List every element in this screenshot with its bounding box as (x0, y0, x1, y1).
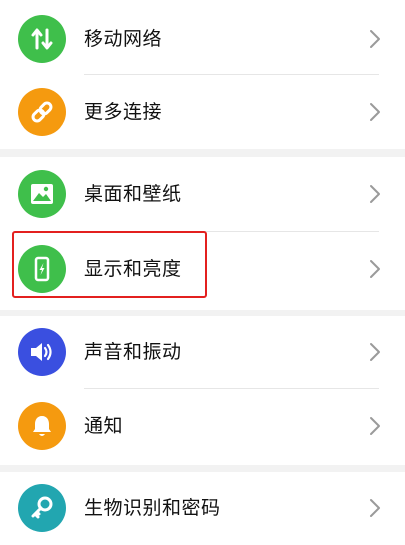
bell-icon (18, 402, 66, 450)
settings-group-sound: 声音和振动 通知 (0, 316, 405, 465)
settings-item-biometrics-password[interactable]: 生物识别和密码 (0, 472, 405, 544)
settings-item-mobile-network[interactable]: 移动网络 (0, 3, 405, 75)
divider (84, 231, 379, 232)
settings-group-display: 桌面和壁纸 显示和亮度 (0, 157, 405, 310)
settings-item-label: 声音和振动 (84, 341, 182, 363)
settings-item-more-connections[interactable]: 更多连接 (0, 76, 405, 148)
chevron-right-icon (370, 103, 380, 121)
settings-item-label: 通知 (84, 415, 124, 437)
settings-item-label: 显示和亮度 (84, 258, 182, 280)
chevron-right-icon (370, 30, 380, 48)
settings-item-sound-vibration[interactable]: 声音和振动 (0, 316, 405, 388)
phone-brightness-icon (18, 245, 66, 293)
chevron-right-icon (370, 260, 380, 278)
settings-item-label: 桌面和壁纸 (84, 183, 182, 205)
settings-page: 移动网络 更多连接 桌面和壁纸 显示和亮度 声音和振动 通知 生物识别和密码 (0, 0, 405, 545)
settings-item-label: 更多连接 (84, 101, 163, 123)
speaker-icon (18, 328, 66, 376)
settings-item-display-brightness[interactable]: 显示和亮度 (0, 233, 405, 305)
arrows-updown-icon (18, 15, 66, 63)
image-icon (18, 170, 66, 218)
settings-group-security: 生物识别和密码 (0, 472, 405, 545)
settings-item-wallpaper[interactable]: 桌面和壁纸 (0, 158, 405, 230)
settings-group-network: 移动网络 更多连接 (0, 0, 405, 149)
settings-item-label: 移动网络 (84, 28, 163, 50)
settings-item-notifications[interactable]: 通知 (0, 390, 405, 462)
chevron-right-icon (370, 343, 380, 361)
chevron-right-icon (370, 185, 380, 203)
divider (84, 388, 379, 389)
chevron-right-icon (370, 499, 380, 517)
chevron-right-icon (370, 417, 380, 435)
settings-item-label: 生物识别和密码 (84, 497, 221, 519)
divider (84, 74, 379, 75)
link-icon (18, 88, 66, 136)
key-icon (18, 484, 66, 532)
